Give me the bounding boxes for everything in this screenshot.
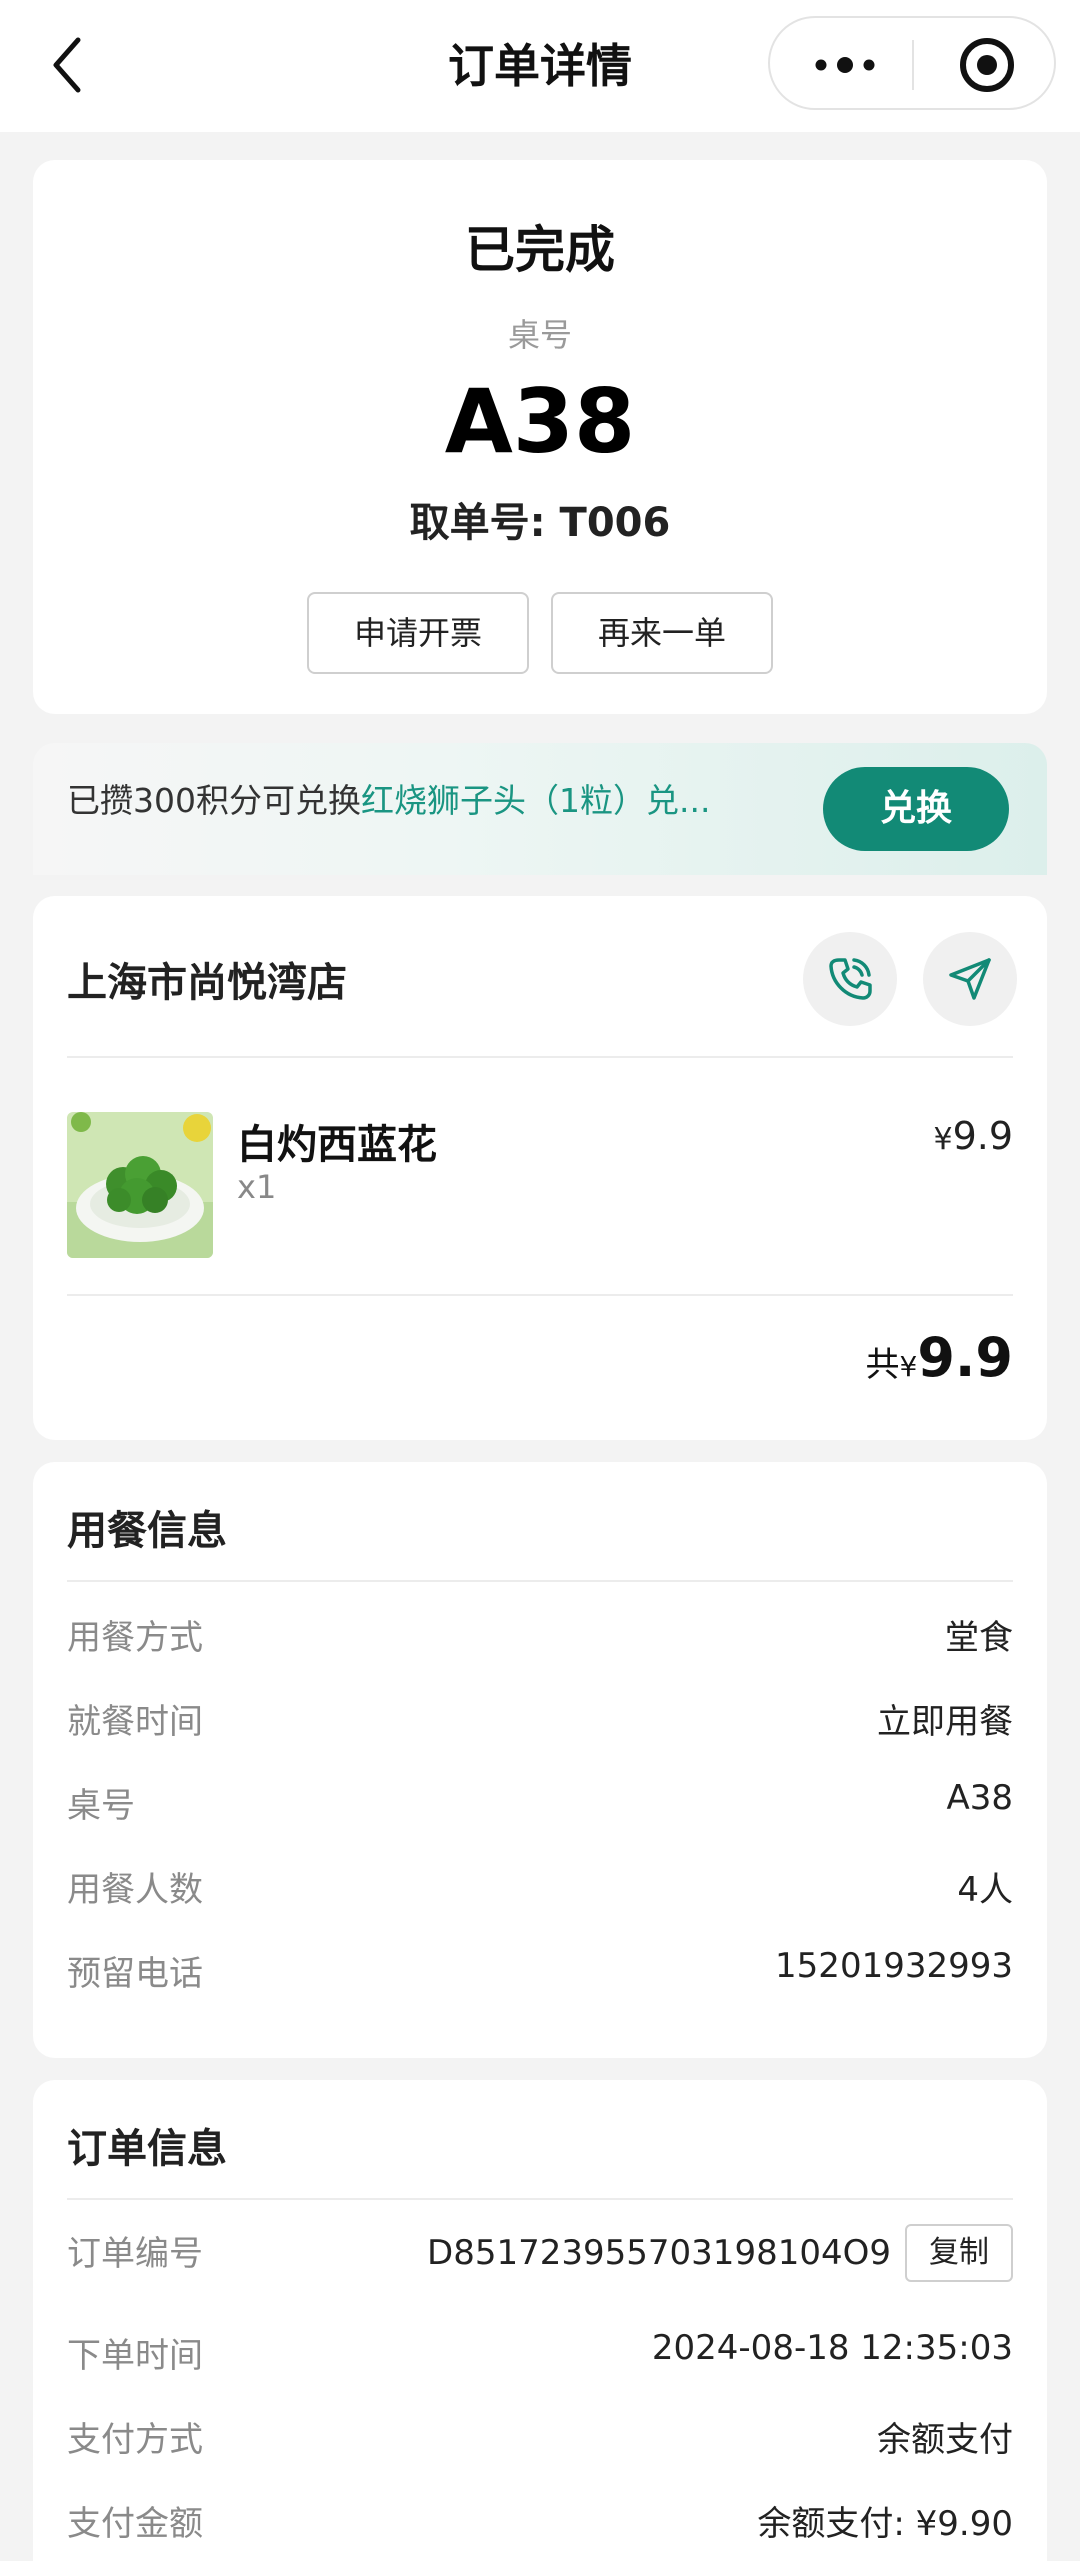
info-value: 堂食: [945, 1618, 1013, 1658]
order-number: D851723955703198104O9: [427, 2233, 891, 2273]
order-status: 已完成: [465, 221, 615, 279]
total-amount: 9.9: [917, 1326, 1013, 1389]
table-number: A38: [444, 370, 636, 473]
section-title: 订单信息: [67, 2126, 227, 2172]
copy-button[interactable]: 复制: [905, 2224, 1013, 2282]
currency-symbol: ¥: [933, 1122, 953, 1157]
points-banner: 已攒300积分可兑换红烧狮子头（1粒）兑... 兑换: [33, 743, 1047, 875]
info-row: 预留电话 15201932993: [67, 1946, 1013, 1996]
dish-name: 白灼西蓝花: [237, 1122, 437, 1168]
info-row: 就餐时间 立即用餐: [67, 1694, 1013, 1744]
order-status-card: 已完成 桌号 A38 取单号: T006 申请开票 再来一单: [33, 160, 1047, 714]
points-message: 已攒300积分可兑换红烧狮子头（1粒）兑...: [67, 743, 827, 875]
info-value: 余额支付: [877, 2420, 1013, 2460]
info-value: 余额支付: ¥9.90: [757, 2504, 1013, 2544]
info-row: 支付方式 余额支付: [67, 2412, 1013, 2462]
dining-info-card: 用餐信息 用餐方式 堂食 就餐时间 立即用餐 桌号 A38 用餐人数 4人 预留…: [33, 1462, 1047, 2058]
info-key: 用餐人数: [67, 1870, 203, 1910]
mini-program-capsule: [768, 16, 1056, 110]
divider: [67, 1580, 1013, 1582]
capsule-divider: [912, 40, 914, 90]
order-total: 共¥9.9: [866, 1326, 1014, 1389]
store-name: 上海市尚悦湾店: [67, 960, 347, 1006]
table-label: 桌号: [507, 316, 572, 354]
info-row: 订单编号 D851723955703198104O9 复制: [67, 2224, 1013, 2288]
info-value: 4人: [957, 1870, 1013, 1910]
reorder-button[interactable]: 再来一单: [551, 592, 773, 674]
info-row: 桌号 A38: [67, 1778, 1013, 1828]
request-invoice-button[interactable]: 申请开票: [307, 592, 529, 674]
info-key: 支付方式: [67, 2420, 203, 2460]
dish-image: [67, 1112, 213, 1258]
target-icon[interactable]: [957, 35, 1017, 95]
info-row: 用餐方式 堂食: [67, 1610, 1013, 1660]
info-value: 2024-08-18 12:35:03: [651, 2328, 1013, 2368]
info-key: 用餐方式: [67, 1618, 203, 1658]
info-value: A38: [946, 1778, 1013, 1818]
dish-price-value: 9.9: [952, 1114, 1013, 1158]
info-row: 用餐人数 4人: [67, 1862, 1013, 1912]
info-row: 支付金额 余额支付: ¥9.90: [67, 2496, 1013, 2546]
info-key: 预留电话: [67, 1954, 203, 1994]
section-title: 用餐信息: [67, 1508, 227, 1554]
info-key: 就餐时间: [67, 1702, 203, 1742]
info-key: 支付金额: [67, 2504, 203, 2544]
redeem-button[interactable]: 兑换: [823, 767, 1009, 851]
order-info-card: 订单信息 订单编号 D851723955703198104O9 复制 下单时间 2…: [33, 2080, 1047, 2561]
dish-quantity: x1: [237, 1168, 277, 1206]
navigation-arrow-icon: [949, 958, 991, 1000]
more-dots-icon[interactable]: [800, 40, 890, 90]
store-card: 上海市尚悦湾店 白灼西蓝花 x1 ¥9.9 共¥9.9: [33, 896, 1047, 1440]
info-value: 立即用餐: [877, 1702, 1013, 1742]
pickup-number: 取单号: T006: [409, 500, 671, 546]
phone-icon: [829, 958, 872, 1000]
currency-symbol: ¥: [899, 1350, 918, 1383]
dish-price: ¥9.9: [933, 1114, 1013, 1158]
info-key: 桌号: [67, 1786, 135, 1826]
chevron-left-icon[interactable]: [44, 30, 104, 100]
info-value: 15201932993: [775, 1946, 1013, 1986]
navigate-store-button[interactable]: [923, 932, 1017, 1026]
call-store-button[interactable]: [803, 932, 897, 1026]
divider: [67, 1294, 1013, 1296]
total-label: 共: [865, 1345, 900, 1385]
order-number-wrap: D851723955703198104O9 复制: [427, 2224, 1013, 2282]
points-prefix: 已攒300积分可兑换: [67, 781, 361, 820]
points-reward: 红烧狮子头（1粒）兑...: [361, 781, 711, 820]
info-row: 下单时间 2024-08-18 12:35:03: [67, 2328, 1013, 2378]
info-key: 订单编号: [67, 2234, 203, 2274]
divider: [67, 1056, 1013, 1058]
nav-bar: 订单详情: [0, 0, 1080, 132]
info-key: 下单时间: [67, 2336, 203, 2376]
divider: [67, 2198, 1013, 2200]
